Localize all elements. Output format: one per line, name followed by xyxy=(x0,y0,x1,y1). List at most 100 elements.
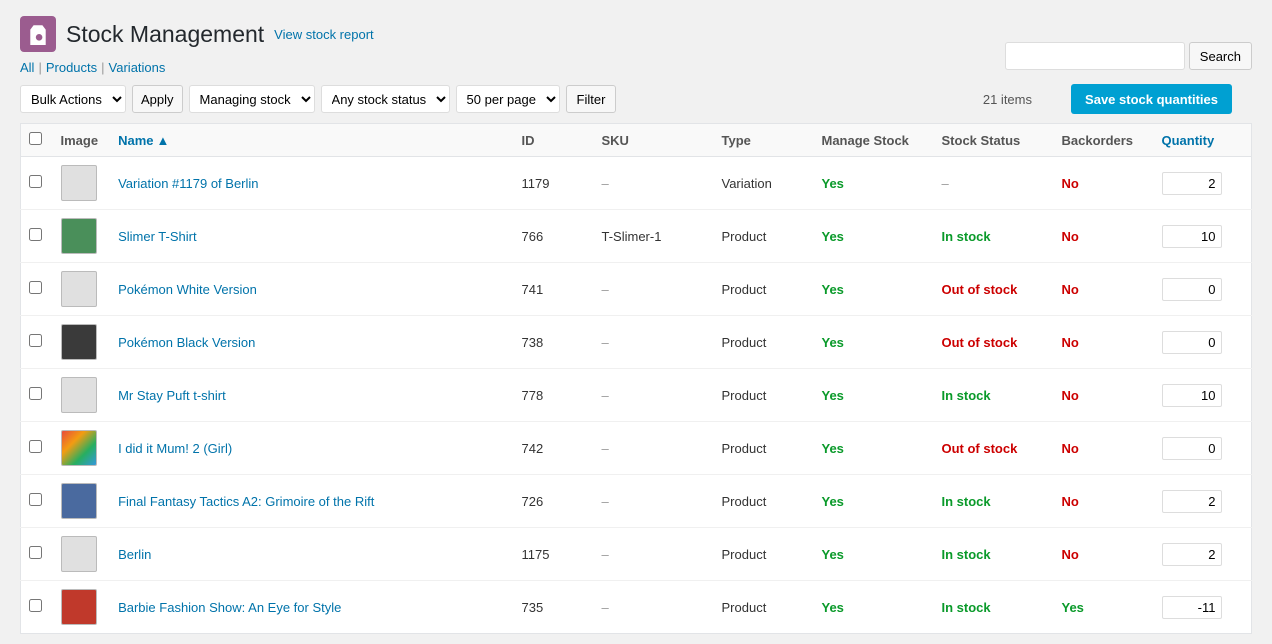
row-checkbox[interactable] xyxy=(29,599,42,612)
row-quantity-cell[interactable] xyxy=(1152,263,1252,316)
stock-status-select[interactable]: Any stock status xyxy=(321,85,450,113)
nav-products-link[interactable]: Products xyxy=(46,60,97,75)
save-stock-button[interactable]: Save stock quantities xyxy=(1071,84,1232,114)
row-image-cell xyxy=(51,528,109,581)
row-id-cell: 1175 xyxy=(512,528,592,581)
row-quantity-cell[interactable] xyxy=(1152,369,1252,422)
row-type-cell: Product xyxy=(712,210,812,263)
quantity-input[interactable] xyxy=(1162,596,1222,619)
row-name-cell[interactable]: Pokémon White Version xyxy=(108,263,511,316)
row-name-cell[interactable]: Barbie Fashion Show: An Eye for Style xyxy=(108,581,511,634)
apply-button[interactable]: Apply xyxy=(132,85,183,113)
row-backorders-cell: Yes xyxy=(1052,581,1152,634)
row-checkbox-cell xyxy=(21,475,51,528)
row-manage-cell: Yes xyxy=(812,422,932,475)
product-name-link[interactable]: Pokémon Black Version xyxy=(118,335,255,350)
product-name-link[interactable]: Berlin xyxy=(118,547,151,562)
row-type-cell: Variation xyxy=(712,157,812,210)
quantity-input[interactable] xyxy=(1162,172,1222,195)
product-name-link[interactable]: Mr Stay Puft t-shirt xyxy=(118,388,226,403)
row-backorders-cell: No xyxy=(1052,210,1152,263)
quantity-input[interactable] xyxy=(1162,384,1222,407)
row-backorders-cell: No xyxy=(1052,369,1152,422)
row-sku-cell: – xyxy=(592,369,712,422)
row-image-cell xyxy=(51,263,109,316)
row-quantity-cell[interactable] xyxy=(1152,475,1252,528)
row-sku-cell: – xyxy=(592,581,712,634)
quantity-input[interactable] xyxy=(1162,543,1222,566)
row-status-cell: In stock xyxy=(932,210,1052,263)
row-checkbox[interactable] xyxy=(29,334,42,347)
row-image-cell xyxy=(51,157,109,210)
row-status-cell: Out of stock xyxy=(932,263,1052,316)
row-id-cell: 738 xyxy=(512,316,592,369)
product-name-link[interactable]: Pokémon White Version xyxy=(118,282,257,297)
search-input[interactable] xyxy=(1005,42,1185,70)
row-id-cell: 778 xyxy=(512,369,592,422)
product-image xyxy=(61,589,97,625)
product-image xyxy=(61,483,97,519)
row-checkbox[interactable] xyxy=(29,440,42,453)
filter-button[interactable]: Filter xyxy=(566,85,617,113)
product-name-link[interactable]: Slimer T-Shirt xyxy=(118,229,197,244)
quantity-input[interactable] xyxy=(1162,225,1222,248)
row-sku-cell: – xyxy=(592,528,712,581)
nav-variations-link[interactable]: Variations xyxy=(109,60,166,75)
table-row: Barbie Fashion Show: An Eye for Style 73… xyxy=(21,581,1252,634)
quantity-input[interactable] xyxy=(1162,331,1222,354)
stock-table: Image Name ▲ ID SKU Type xyxy=(20,123,1252,634)
row-name-cell[interactable]: I did it Mum! 2 (Girl) xyxy=(108,422,511,475)
row-image-cell xyxy=(51,581,109,634)
row-checkbox-cell xyxy=(21,157,51,210)
nav-all-link[interactable]: All xyxy=(20,60,34,75)
row-quantity-cell[interactable] xyxy=(1152,157,1252,210)
col-backorders-header: Backorders xyxy=(1052,124,1152,157)
quantity-input[interactable] xyxy=(1162,437,1222,460)
row-id-cell: 766 xyxy=(512,210,592,263)
table-row: Berlin 1175 – Product Yes In stock No xyxy=(21,528,1252,581)
product-name-link[interactable]: Final Fantasy Tactics A2: Grimoire of th… xyxy=(118,494,374,509)
managing-stock-select[interactable]: Managing stock xyxy=(189,85,315,113)
row-checkbox[interactable] xyxy=(29,175,42,188)
row-quantity-cell[interactable] xyxy=(1152,422,1252,475)
row-checkbox[interactable] xyxy=(29,281,42,294)
row-name-cell[interactable]: Final Fantasy Tactics A2: Grimoire of th… xyxy=(108,475,511,528)
row-type-cell: Product xyxy=(712,528,812,581)
row-quantity-cell[interactable] xyxy=(1152,528,1252,581)
row-backorders-cell: No xyxy=(1052,422,1152,475)
row-checkbox[interactable] xyxy=(29,228,42,241)
row-manage-cell: Yes xyxy=(812,528,932,581)
quantity-input[interactable] xyxy=(1162,278,1222,301)
row-name-cell[interactable]: Berlin xyxy=(108,528,511,581)
row-status-cell: Out of stock xyxy=(932,316,1052,369)
select-all-checkbox[interactable] xyxy=(29,132,42,145)
row-name-cell[interactable]: Mr Stay Puft t-shirt xyxy=(108,369,511,422)
row-backorders-cell: No xyxy=(1052,528,1152,581)
row-quantity-cell[interactable] xyxy=(1152,316,1252,369)
row-quantity-cell[interactable] xyxy=(1152,581,1252,634)
row-checkbox[interactable] xyxy=(29,546,42,559)
toolbar: Bulk Actions Apply Managing stock Any st… xyxy=(20,85,1252,113)
quantity-input[interactable] xyxy=(1162,490,1222,513)
row-manage-cell: Yes xyxy=(812,157,932,210)
bulk-actions-select[interactable]: Bulk Actions xyxy=(20,85,126,113)
row-sku-cell: – xyxy=(592,475,712,528)
row-quantity-cell[interactable] xyxy=(1152,210,1252,263)
col-image-header: Image xyxy=(51,124,109,157)
row-checkbox[interactable] xyxy=(29,387,42,400)
product-name-link[interactable]: Variation #1179 of Berlin xyxy=(118,176,258,191)
row-status-cell: In stock xyxy=(932,475,1052,528)
col-name-header[interactable]: Name ▲ xyxy=(108,124,511,157)
row-status-cell: In stock xyxy=(932,369,1052,422)
row-image-cell xyxy=(51,422,109,475)
search-button[interactable]: Search xyxy=(1189,42,1252,70)
product-name-link[interactable]: Barbie Fashion Show: An Eye for Style xyxy=(118,600,341,615)
product-name-link[interactable]: I did it Mum! 2 (Girl) xyxy=(118,441,232,456)
row-name-cell[interactable]: Pokémon Black Version xyxy=(108,316,511,369)
row-name-cell[interactable]: Variation #1179 of Berlin xyxy=(108,157,511,210)
table-row: I did it Mum! 2 (Girl) 742 – Product Yes… xyxy=(21,422,1252,475)
view-report-link[interactable]: View stock report xyxy=(274,27,373,42)
row-manage-cell: Yes xyxy=(812,316,932,369)
row-name-cell[interactable]: Slimer T-Shirt xyxy=(108,210,511,263)
per-page-select[interactable]: 50 per page xyxy=(456,85,560,113)
